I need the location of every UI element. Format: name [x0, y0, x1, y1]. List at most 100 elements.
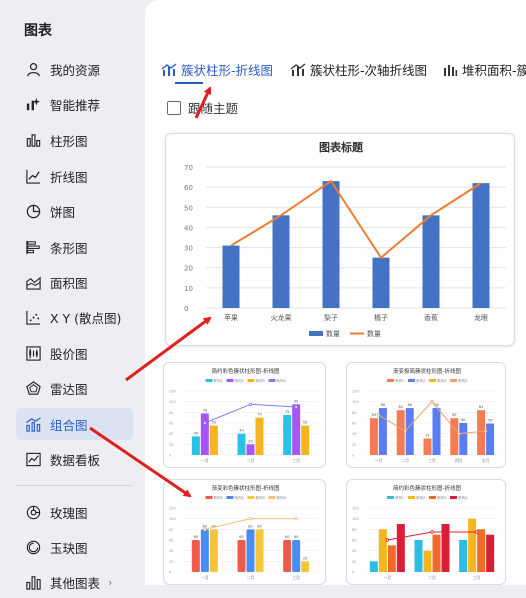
legend-swatch [429, 496, 436, 499]
bar [414, 540, 423, 572]
active-tab-indicator [175, 82, 203, 84]
y-tick-label: 70 [184, 164, 193, 172]
y-tick-label: 60 [352, 422, 356, 426]
line-series [230, 179, 482, 260]
line-point [294, 405, 298, 409]
sidebar-item-other-chart[interactable]: 其他图表 › [16, 566, 133, 598]
bar [191, 436, 200, 455]
bar [222, 245, 240, 308]
sidebar-item-label: 股价图 [50, 346, 88, 362]
bar [378, 529, 387, 572]
legend-label: 系列3 [256, 378, 265, 383]
x-tick-label: 一月 [201, 575, 209, 580]
sidebar-item-scatter-chart[interactable]: X Y (散点图) [16, 301, 133, 333]
combo-chart: 图表标题 0 10 20 30 40 50 60 70 苹果 火龙果 梨子 橘子 香蕉 龙眼数量 数量 [184, 140, 506, 338]
bar [292, 540, 301, 572]
x-tick-label: 二月 [247, 575, 255, 580]
data-label: 40 [239, 429, 243, 433]
legend-label: 系列2 [235, 495, 244, 500]
bar-chart-icon [24, 131, 42, 149]
line-point [248, 402, 253, 407]
x-tick-label: 三月 [292, 458, 300, 463]
data-label: 78 [203, 408, 207, 412]
thumbnail-title: 简约彩色簇状柱形图-折线图 [393, 484, 461, 492]
legend-label: 系列1 [214, 495, 223, 500]
legend-label: 数量 [326, 329, 340, 338]
y-tick-label: 80 [169, 528, 173, 532]
y-tick-label: 40 [352, 432, 356, 436]
sidebar-item-label: 数据看板 [50, 452, 101, 468]
tab-stacked-area-cluster[interactable]: 堆积面积-簇 [442, 60, 526, 79]
sidebar-item-line-chart[interactable]: 折线图 [16, 160, 133, 192]
y-tick-label: 0 [184, 305, 188, 313]
y-tick-label: 20 [352, 560, 356, 564]
data-label: 84 [479, 405, 484, 409]
pie-chart-icon [24, 202, 42, 220]
chevron-right-icon: › [108, 575, 113, 589]
x-tick-label: 二月 [401, 458, 409, 463]
sidebar-item-combo-chart[interactable]: 组合图 [16, 408, 133, 440]
template-thumbnail-chart: 简约彩色簇状柱形图-折线图系列1 系列2 系列3 系列4 0 20 40 60 80 100 120… [352, 484, 499, 580]
bar [301, 425, 310, 455]
data-label: 80 [257, 524, 261, 528]
data-label: 75 [285, 410, 289, 414]
data-label: 20 [248, 439, 252, 443]
data-label: 55 [303, 421, 307, 425]
follow-theme-checkbox[interactable]: 跟随主题 [167, 98, 238, 117]
data-label: 31 [425, 433, 429, 437]
checkbox-box[interactable] [167, 100, 181, 115]
bar [237, 433, 246, 455]
legend-swatch [408, 496, 415, 499]
data-label: 60 [461, 418, 465, 422]
sidebar-item-area-chart[interactable]: 面积图 [16, 266, 133, 298]
sidebar-item-pie-chart[interactable]: 饼图 [16, 195, 133, 227]
sidebar-item-smart-recommend[interactable]: 智能推荐 [16, 88, 133, 120]
legend-label: 系列1 [395, 378, 404, 383]
x-tick-label: 二月 [247, 458, 255, 463]
sidebar-item-stock-chart[interactable]: 股价图 [16, 337, 133, 369]
legend-label: 系列4 [277, 495, 287, 500]
sidebar-item-radar-chart[interactable]: 雷达图 [16, 372, 133, 404]
legend-swatch [226, 496, 234, 499]
tab-clustered-column-line[interactable]: 簇状柱形-折线图 [161, 60, 273, 79]
tab-clustered-column-secondary-line[interactable]: 簇状柱形-次轴折线图 [290, 60, 427, 79]
sidebar-item-user[interactable]: 我的资源 [16, 53, 133, 85]
y-tick-label: 80 [352, 528, 356, 532]
y-tick-label: 20 [169, 443, 173, 447]
bar [459, 540, 468, 572]
sidebar-item-bar-chart[interactable]: 柱形图 [16, 124, 133, 156]
chart-preview-card[interactable]: 图表标题 0 10 20 30 40 50 60 70 苹果 火龙果 梨子 橘子 香蕉 龙眼 数量 数量 [165, 133, 515, 346]
data-label: 88 [407, 403, 411, 407]
sidebar-item-jade-ring-chart[interactable]: 玉玦图 [16, 531, 133, 563]
data-label: 80 [248, 524, 252, 528]
sidebar-item-dashboard[interactable]: 数据看板 [16, 443, 133, 475]
bar [450, 418, 459, 455]
template-card-2[interactable]: 渐变极简簇状柱形图-折线图 系列1 系列2 系列3 系列4 0 20 40 60 80 100 120… [346, 362, 506, 468]
line-point [430, 399, 434, 404]
thumbnail-title: 渐变极简簇状柱形图-折线图 [393, 367, 461, 375]
sidebar-item-horizontal-bar[interactable]: 条形图 [16, 231, 133, 263]
other-chart-icon [24, 573, 42, 591]
bar [209, 529, 218, 572]
bar [441, 524, 450, 572]
template-card-4[interactable]: 简约彩色簇状柱形图-折线图 系列1 系列2 系列3 系列4 0 20 40 60 80 100 120… [346, 479, 506, 585]
x-tick-label: 苹果 [224, 313, 238, 322]
bar [191, 540, 200, 572]
y-tick-label: 40 [169, 432, 173, 436]
bar [432, 534, 441, 572]
line-point [385, 538, 390, 542]
bar [369, 561, 378, 572]
line-point [203, 421, 207, 425]
legend-label: 系列1 [214, 378, 223, 383]
sidebar-item-rose-chart[interactable]: 玫瑰图 [16, 496, 133, 528]
bar [200, 529, 209, 572]
template-card-1[interactable]: 简约彩色簇状柱形图-折线图 系列1 系列2 系列3 系列4 0 20 40 60 80 100 120… [163, 362, 326, 468]
sidebar-item-label: X Y (散点图) [50, 310, 122, 326]
x-tick-label: 一月 [201, 458, 209, 463]
legend-label: 系列4 [458, 378, 468, 383]
line-point [474, 530, 479, 534]
bar [246, 529, 255, 572]
bar [486, 423, 495, 455]
bar [209, 425, 218, 455]
template-card-3[interactable]: 渐变彩色簇状柱形图-折线图 系列1 系列2 系列3 系列4 0 20 40 60 80 100 120… [163, 479, 326, 585]
